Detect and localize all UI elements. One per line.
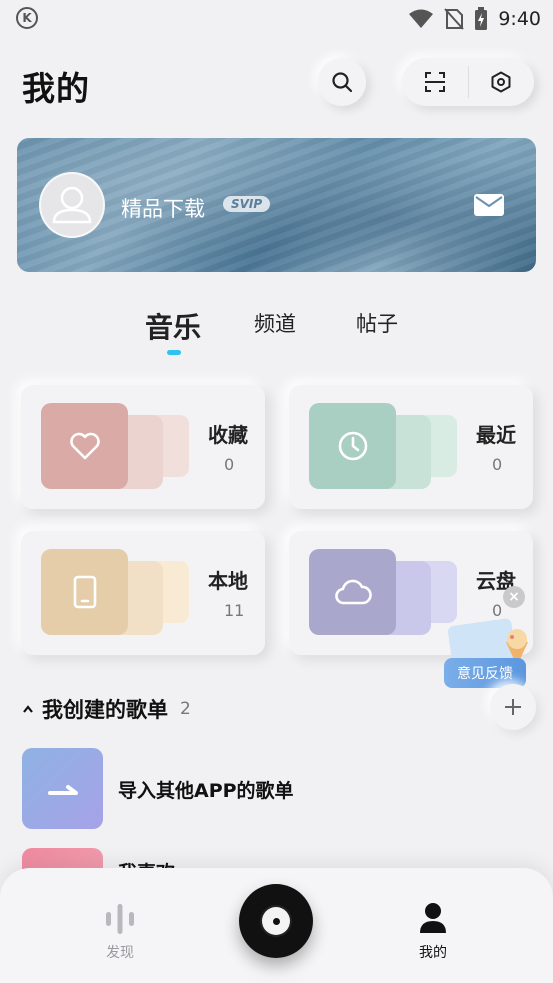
scan-button[interactable] <box>402 58 468 106</box>
nav-label: 发现 <box>106 945 134 961</box>
avatar[interactable] <box>39 172 105 238</box>
search-icon <box>332 72 353 93</box>
card-layer <box>309 403 396 489</box>
profile-card[interactable]: 精品下载 SVIP <box>17 138 536 272</box>
nav-mine[interactable]: 我的 <box>393 902 473 962</box>
section-title: 我创建的歌单 <box>42 698 168 722</box>
section-count: 2 <box>180 699 191 719</box>
card-art <box>309 549 457 635</box>
playlist-cover[interactable] <box>22 748 103 829</box>
status-bar: K 9:40 <box>0 0 553 38</box>
settings-button[interactable] <box>469 58 535 106</box>
plus-icon <box>505 699 521 715</box>
k-circle-icon: K <box>16 7 38 29</box>
quick-card-local[interactable]: 本地 11 <box>21 531 265 655</box>
cloud-icon <box>334 579 372 605</box>
user-avatar-icon <box>52 186 92 224</box>
quick-card-favorites[interactable]: 收藏 0 <box>21 385 265 509</box>
tab-music[interactable]: 音乐 <box>145 306 201 346</box>
card-layer <box>309 549 396 635</box>
no-sim-icon <box>444 8 465 30</box>
mail-icon <box>474 194 504 216</box>
add-playlist-button[interactable] <box>490 684 536 730</box>
clock-icon <box>338 431 367 461</box>
scan-icon <box>424 72 445 92</box>
card-layer <box>41 549 128 635</box>
bottom-nav: 发现 我的 <box>0 868 553 983</box>
import-arrow-icon <box>47 784 78 795</box>
equalizer-icon <box>106 904 134 934</box>
card-count: 0 <box>224 455 235 474</box>
card-layer <box>41 403 128 489</box>
header-tools <box>402 58 534 106</box>
tab-posts[interactable]: 帖子 <box>356 308 398 338</box>
close-icon: × <box>508 589 520 605</box>
player-disc-button[interactable] <box>239 884 313 958</box>
mail-button[interactable] <box>473 192 505 218</box>
quick-card-recent[interactable]: 最近 0 <box>289 385 533 509</box>
heart-icon <box>69 432 100 460</box>
tab-channel[interactable]: 频道 <box>254 308 296 338</box>
card-label: 收藏 <box>208 423 248 447</box>
search-button[interactable] <box>318 58 366 106</box>
card-art <box>309 403 457 489</box>
nav-discover[interactable]: 发现 <box>80 902 160 962</box>
status-time: 9:40 <box>498 8 541 30</box>
playlists-section-header[interactable]: 我创建的歌单 2 <box>22 694 191 724</box>
chevron-up-icon <box>23 705 33 713</box>
feedback-close-button[interactable]: × <box>503 586 525 608</box>
person-icon <box>420 903 446 933</box>
status-icons: 9:40 <box>408 6 541 32</box>
vinyl-disc-icon <box>262 907 290 935</box>
tab-indicator <box>167 350 181 355</box>
card-art <box>41 549 189 635</box>
phone-icon <box>73 575 96 609</box>
card-label: 本地 <box>208 569 248 593</box>
card-count: 0 <box>492 455 503 474</box>
nav-label: 我的 <box>419 945 447 961</box>
wifi-icon <box>409 9 434 28</box>
hexagon-settings-icon <box>491 71 511 93</box>
card-count: 11 <box>224 601 245 620</box>
page-title: 我的 <box>22 69 90 108</box>
disc-center <box>272 917 280 925</box>
card-count: 0 <box>492 601 503 620</box>
vip-badge[interactable]: SVIP <box>223 196 271 212</box>
card-art <box>41 403 189 489</box>
username[interactable]: 精品下载 <box>121 193 205 223</box>
card-label: 最近 <box>476 423 516 447</box>
battery-charging-icon <box>475 7 488 30</box>
playlist-title[interactable]: 导入其他APP的歌单 <box>118 776 294 803</box>
